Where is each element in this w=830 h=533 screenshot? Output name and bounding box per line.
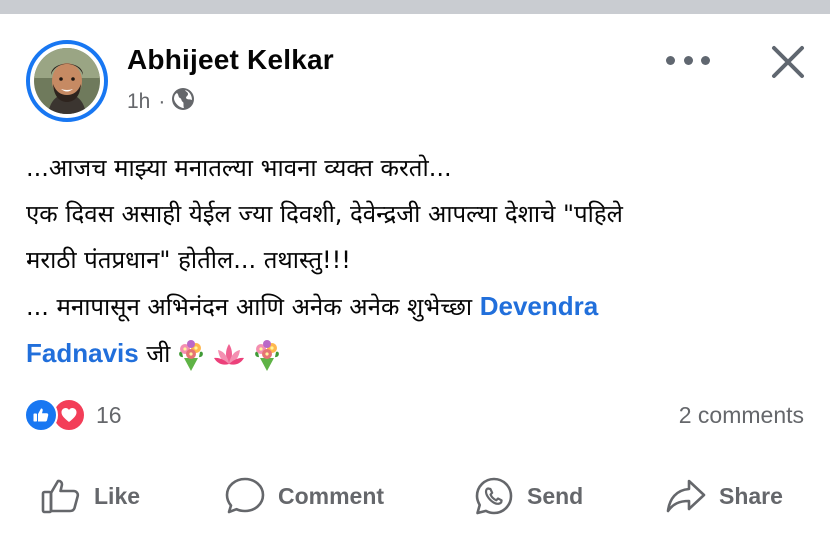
globe-icon — [171, 87, 195, 117]
close-icon — [772, 46, 804, 78]
like-button[interactable]: Like — [40, 468, 140, 524]
comment-button[interactable]: Comment — [224, 468, 384, 524]
lotus-icon — [214, 344, 245, 365]
mention-link[interactable]: Fadnavis — [26, 338, 139, 368]
post-line: Fadnavis जी — [26, 330, 816, 377]
share-icon — [666, 479, 706, 513]
like-label: Like — [94, 482, 141, 509]
post-meta: 1h · — [127, 88, 195, 116]
top-divider — [0, 0, 830, 14]
share-label: Share — [719, 482, 783, 509]
bouquet-icon — [179, 340, 204, 371]
bouquet-icon — [255, 340, 280, 371]
post-line: मराठी पंतप्रधान" होतील... तथास्तु!!! — [26, 246, 351, 274]
comment-label: Comment — [278, 482, 385, 509]
dot-icon — [683, 55, 693, 65]
whatsapp-icon — [475, 477, 513, 515]
post-line: एक दिवस असाही येईल ज्या दिवशी, देवेन्द्र… — [26, 200, 623, 228]
post-time[interactable]: 1h — [127, 90, 150, 114]
author-name[interactable]: Abhijeet Kelkar — [127, 44, 334, 76]
more-options-button[interactable] — [666, 48, 710, 72]
reaction-count: 16 — [96, 401, 122, 428]
emoji-group — [174, 338, 284, 372]
mention-link[interactable]: Devendra — [480, 291, 599, 321]
reactions-summary[interactable]: 16 — [24, 398, 122, 432]
meta-separator: · — [158, 90, 166, 113]
send-button[interactable]: Send — [473, 468, 583, 524]
post-line: ... मनापासून अभिनंदन आणि अनेक अनेक शुभेच… — [26, 283, 816, 330]
send-label: Send — [527, 482, 584, 509]
thumbs-up-icon — [41, 479, 80, 514]
post-message: ...आजच माझ्या मनातल्या भावना व्यक्त करतो… — [26, 145, 816, 377]
comments-count-link[interactable]: 2 comments — [679, 402, 804, 429]
dot-icon — [666, 55, 675, 65]
post-card: Abhijeet Kelkar 1h · ...आजच माझ्या मनातल… — [0, 0, 830, 533]
action-bar: Like Comment Send Share — [0, 468, 830, 524]
post-line: ...आजच माझ्या मनातल्या भावना व्यक्त करतो… — [26, 154, 452, 182]
like-reaction-icon — [24, 398, 58, 432]
dot-icon — [701, 55, 710, 65]
comment-icon — [225, 477, 265, 514]
close-button[interactable] — [766, 40, 810, 84]
post-line-text: ... मनापासून अभिनंदन आणि अनेक अनेक शुभेच… — [26, 293, 480, 321]
avatar[interactable] — [34, 48, 100, 114]
post-suffix: जी — [138, 340, 171, 368]
share-button[interactable]: Share — [665, 468, 783, 524]
avatar-photo — [34, 48, 100, 114]
